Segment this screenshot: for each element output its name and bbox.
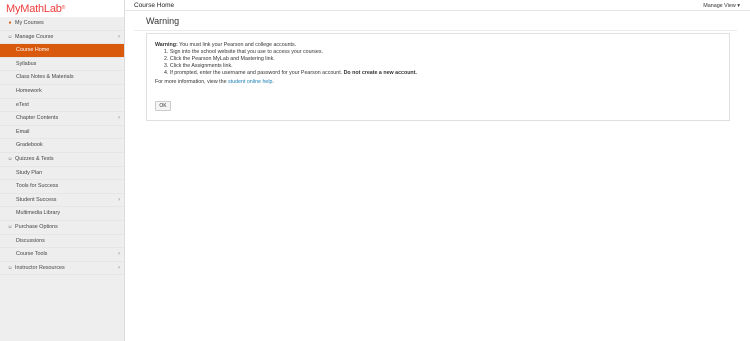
mymathlab-logo[interactable]: MyMathLab®	[0, 0, 124, 17]
student-online-help-link[interactable]: student online help	[228, 79, 272, 85]
sidebar-item-email[interactable]: Email	[0, 126, 124, 140]
person-icon: ☺	[7, 33, 13, 40]
steps-list: 1. Sign into the school website that you…	[164, 49, 417, 77]
logo-mark: ®	[61, 5, 66, 11]
chevron-right-icon: ›	[118, 115, 120, 122]
my-courses-icon: ●	[8, 20, 12, 26]
sidebar-item-multimedia-library[interactable]: Multimedia Library	[0, 207, 124, 221]
sidebar-item-label: Quizzes & Tests	[15, 155, 54, 162]
warning-label: Warning:	[155, 42, 178, 48]
more-info: For more information, view the student o…	[155, 79, 417, 86]
sidebar-item-label: Student Success	[16, 196, 57, 203]
sidebar-item-discussions[interactable]: Discussions	[0, 235, 124, 249]
sidebar-item-chapter-contents[interactable]: Chapter Contents ›	[0, 112, 124, 126]
sidebar-item-label: Class Notes & Materials	[16, 74, 74, 81]
sidebar-item-instructor-resources[interactable]: ☺ Instructor Resources ›	[0, 262, 124, 276]
sidebar-item-student-success[interactable]: Student Success ›	[0, 194, 124, 208]
top-bar: Course Home Manage View ▾	[125, 0, 750, 11]
sidebar: MyMathLab® ● My Courses ☺ Manage Course › Cou…	[0, 0, 125, 341]
step-item: 3. Click the Assignments link.	[164, 63, 233, 69]
sidebar-item-label: eText	[16, 101, 29, 108]
sidebar-item-quizzes-tests[interactable]: ☺ Quizzes & Tests	[0, 153, 124, 167]
sidebar-item-label: Homework	[16, 87, 42, 94]
sidebar-item-label: Gradebook	[16, 142, 43, 149]
warning-line: Warning: You must link your Pearson and …	[155, 42, 417, 49]
step-4-text: 4. If prompted, enter the username and p…	[164, 70, 344, 76]
manage-view-dropdown[interactable]: Manage View ▾	[703, 3, 740, 9]
page-title: Course Home	[134, 2, 175, 9]
sidebar-nav: ● My Courses ☺ Manage Course › Course Home Syl…	[0, 17, 124, 276]
sidebar-item-label: Instructor Resources	[15, 264, 65, 271]
ok-button[interactable]: OK	[155, 101, 171, 111]
sidebar-item-course-tools[interactable]: Course Tools ›	[0, 248, 124, 262]
warning-heading: Warning	[146, 16, 180, 26]
sidebar-item-label: My Courses	[15, 20, 44, 26]
person-icon: ☺	[7, 155, 13, 162]
sidebar-item-label: Purchase Options	[15, 223, 58, 230]
sidebar-item-label: Discussions	[16, 237, 45, 244]
sidebar-item-class-notes-materials[interactable]: Class Notes & Materials	[0, 71, 124, 85]
sidebar-item-label: Study Plan	[16, 169, 43, 176]
logo-text: MyMathLab	[6, 3, 62, 15]
sidebar-item-etext[interactable]: eText	[0, 99, 124, 113]
sidebar-item-label: Syllabus	[16, 60, 37, 67]
person-icon: ☺	[7, 223, 13, 230]
sidebar-item-homework[interactable]: Homework	[0, 85, 124, 99]
step-item: 1. Sign into the school website that you…	[164, 49, 323, 55]
chevron-right-icon: ›	[118, 196, 120, 203]
sidebar-item-label: Course Home	[16, 47, 50, 54]
chevron-right-icon: ›	[118, 33, 120, 40]
person-icon: ☺	[7, 264, 13, 271]
sidebar-item-tools-for-success[interactable]: Tools for Success	[0, 180, 124, 194]
sidebar-item-label: Chapter Contents	[16, 115, 59, 122]
more-info-prefix: For more information, view the	[155, 79, 229, 85]
step-item: 2. Click the Pearson MyLab and Mastering…	[164, 56, 275, 62]
manage-view-label: Manage View	[703, 3, 736, 9]
sidebar-item-label: Manage Course	[15, 33, 54, 40]
sidebar-item-label: Multimedia Library	[16, 210, 61, 217]
sidebar-item-my-courses[interactable]: ● My Courses	[0, 17, 124, 31]
caret-down-icon: ▾	[737, 3, 740, 9]
sidebar-item-label: Course Tools	[16, 251, 48, 258]
step-item: 4. If prompted, enter the username and p…	[164, 70, 417, 77]
sidebar-item-label: Tools for Success	[16, 183, 59, 190]
warning-panel: Warning: You must link your Pearson and …	[146, 33, 730, 121]
sidebar-item-gradebook[interactable]: Gradebook	[0, 139, 124, 153]
step-4-bold: Do not create a new account.	[343, 70, 417, 76]
sidebar-item-manage-course[interactable]: ☺ Manage Course ›	[0, 31, 124, 45]
sidebar-item-syllabus[interactable]: Syllabus	[0, 58, 124, 72]
sidebar-item-course-home[interactable]: Course Home	[0, 44, 124, 58]
chevron-right-icon: ›	[118, 251, 120, 258]
warning-text: You must link your Pearson and college a…	[177, 42, 297, 48]
sidebar-item-purchase-options[interactable]: ☺ Purchase Options	[0, 221, 124, 235]
chevron-right-icon: ›	[118, 264, 120, 271]
more-info-suffix: .	[272, 79, 274, 85]
warning-message: Warning: You must link your Pearson and …	[155, 42, 417, 86]
sidebar-item-study-plan[interactable]: Study Plan	[0, 167, 124, 181]
heading-divider	[134, 30, 737, 31]
sidebar-item-label: Email	[16, 128, 30, 135]
